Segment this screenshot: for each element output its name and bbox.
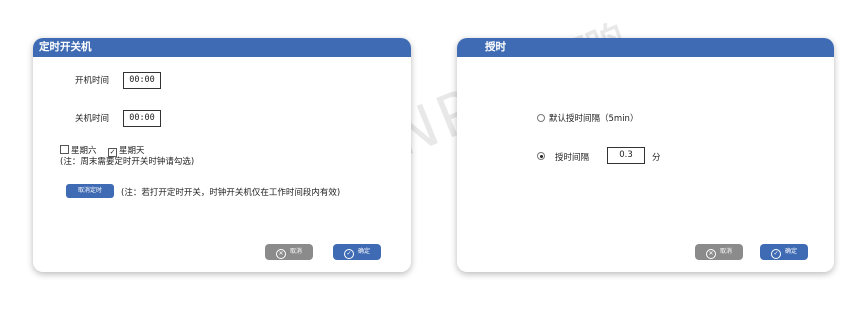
power-off-label: 关机时间	[75, 114, 110, 124]
close-circle-icon: ✕	[705, 249, 716, 259]
timer-cancel-button[interactable]: ✕ 取消	[265, 244, 313, 260]
power-on-time-input[interactable]: 00:00	[123, 72, 161, 89]
default-interval-label: 默认授时间隔（5min）	[549, 114, 639, 124]
close-circle-icon: ✕	[275, 249, 286, 259]
weekend-note: (注：周末需要定时开关时钟请勾选)	[60, 157, 195, 167]
power-off-time-input[interactable]: 00:00	[123, 110, 161, 127]
timer-ok-button[interactable]: ✓ 确定	[333, 244, 381, 260]
time-sync-dialog-title: 授时	[457, 38, 834, 57]
timer-dialog: 定时开关机 开机时间 00:00 关机时间 00:00 星期六 ✓ 星期天 (注：…	[33, 38, 411, 272]
time-sync-dialog: 授时 默认授时间隔（5min） 授时间隔 0.3 分 ✕ 取消 ✓ 确定	[457, 38, 834, 272]
sync-ok-button[interactable]: ✓ 确定	[760, 244, 808, 260]
check-circle-icon: ✓	[770, 249, 781, 259]
timer-ok-label: 确定	[357, 248, 370, 255]
timer-note: (注：若打开定时开关，时钟开关机仅在工作时间段内有效)	[121, 188, 341, 198]
sync-cancel-button[interactable]: ✕ 取消	[695, 244, 743, 260]
timer-cancel-label: 取消	[289, 248, 302, 255]
custom-interval-radio[interactable]	[537, 152, 545, 160]
timer-dialog-title: 定时开关机	[33, 38, 411, 57]
interval-unit: 分	[652, 153, 661, 163]
saturday-checkbox[interactable]	[60, 145, 69, 154]
sync-ok-label: 确定	[784, 248, 797, 255]
cancel-timer-button[interactable]: 取消定时	[66, 184, 114, 198]
interval-label: 授时间隔	[555, 153, 590, 163]
interval-input[interactable]: 0.3	[607, 147, 645, 164]
default-interval-radio[interactable]	[537, 114, 545, 122]
check-circle-icon: ✓	[343, 249, 354, 259]
sync-cancel-label: 取消	[719, 248, 732, 255]
power-on-label: 开机时间	[75, 76, 110, 86]
